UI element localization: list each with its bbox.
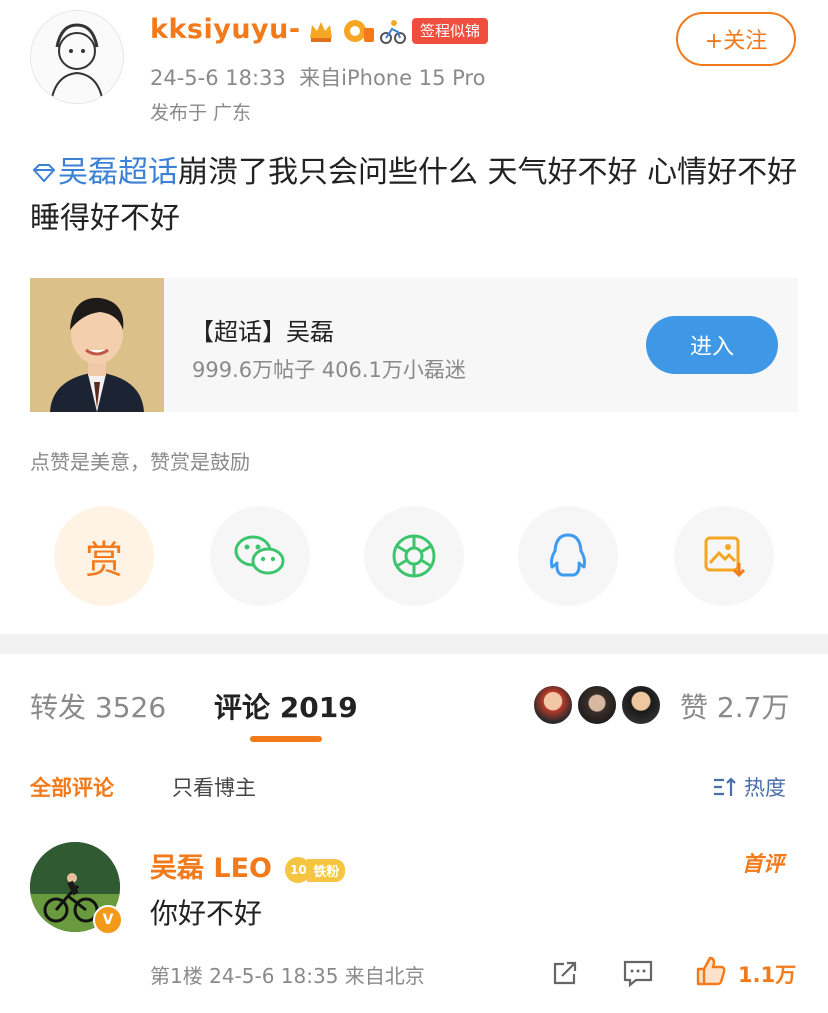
save-image-icon xyxy=(704,536,746,578)
supertopic-title: 【超话】吴磊 xyxy=(190,318,334,346)
comment-floor: 第1楼 xyxy=(150,964,203,988)
post-source: 来自iPhone 15 Pro xyxy=(299,66,486,90)
section-divider xyxy=(0,634,828,654)
share-moments-button[interactable] xyxy=(364,506,464,606)
commenter-name[interactable]: 吴磊 LEO 10 铁粉 xyxy=(150,846,346,885)
comment-text: 你好不好 xyxy=(150,897,263,930)
reward-icon: 赏 xyxy=(84,537,123,582)
post-meta: 24-5-6 18:33 来自iPhone 15 Pro xyxy=(150,62,485,92)
follow-button[interactable]: +关注 xyxy=(676,12,796,66)
save-image-button[interactable] xyxy=(674,506,774,606)
tab-likes[interactable]: 赞 2.7万 xyxy=(680,686,789,726)
share-qq-button[interactable] xyxy=(518,506,618,606)
qq-icon xyxy=(549,533,587,577)
sort-icon xyxy=(714,777,736,796)
post-body: 吴磊超话崩溃了我只会问些什么 天气好不好 心情好不好 睡得好不好 xyxy=(30,150,800,242)
post-region: 发布于 广东 xyxy=(150,102,252,124)
reward-hint: 点赞是美意，赞赏是鼓励 xyxy=(30,450,250,474)
comment-meta: 第1楼 24-5-6 18:35 来自北京 xyxy=(150,960,425,989)
custom-tag[interactable]: 签程似锦 xyxy=(412,18,489,44)
tab-reposts-label: 转发 xyxy=(30,691,87,724)
diamond-icon xyxy=(32,164,56,183)
liker-avatar[interactable] xyxy=(532,684,574,726)
fan-level-badge[interactable]: 10 铁粉 xyxy=(285,857,346,883)
tab-reposts-count: 3526 xyxy=(94,691,167,724)
sort-button[interactable]: 热度 xyxy=(712,772,786,802)
fan-level-badge-icon[interactable] xyxy=(342,16,376,46)
enter-supertopic-button[interactable]: 进入 xyxy=(646,316,778,374)
filter-all-comments[interactable]: 全部评论 xyxy=(30,772,114,802)
tab-comments-count: 2019 xyxy=(279,691,358,724)
tab-reposts[interactable]: 转发 3526 xyxy=(30,686,166,726)
liker-avatar[interactable] xyxy=(620,684,662,726)
share-wechat-button[interactable] xyxy=(210,506,310,606)
verified-badge-icon: V xyxy=(93,905,123,935)
tab-likes-count: 2.7万 xyxy=(716,691,790,724)
tab-comments[interactable]: 评论 2019 xyxy=(214,686,358,726)
tab-likes-label: 赞 xyxy=(680,691,709,724)
comment-time: 24-5-6 18:35 xyxy=(209,964,339,988)
liker-avatar[interactable] xyxy=(576,684,618,726)
cycling-badge-icon[interactable] xyxy=(378,16,408,46)
wechat-icon xyxy=(234,535,285,575)
supertopic-cover-image xyxy=(30,278,164,412)
repost-comment-button[interactable] xyxy=(550,958,580,992)
share-arrow-icon xyxy=(553,961,577,985)
comment-location: 来自北京 xyxy=(344,964,425,988)
supertopic-stats: 999.6万帖子 406.1万小磊迷 xyxy=(192,358,466,382)
supertopic-card[interactable]: 【超话】吴磊 999.6万帖子 406.1万小磊迷 进入 xyxy=(30,278,798,412)
comment-like-count: 1.1万 xyxy=(738,963,797,987)
reply-comment-button[interactable] xyxy=(622,958,654,992)
active-tab-indicator xyxy=(250,736,322,742)
tab-comments-label: 评论 xyxy=(214,691,271,724)
post-time: 24-5-6 18:33 xyxy=(150,66,286,90)
reward-button[interactable]: 赏 xyxy=(54,506,154,606)
author-avatar[interactable] xyxy=(30,10,124,104)
comment-icon xyxy=(623,960,653,988)
filter-owner-only[interactable]: 只看博主 xyxy=(172,772,256,802)
like-comment-button[interactable] xyxy=(694,954,728,992)
supertopic-link-label[interactable]: 吴磊超话 xyxy=(58,155,178,190)
supertopic-link[interactable]: 吴磊超话 xyxy=(30,155,178,190)
moments-icon xyxy=(392,534,436,578)
commenter-name-text[interactable]: 吴磊 LEO xyxy=(150,853,272,884)
author-name[interactable]: kksiyuyu- xyxy=(150,14,301,45)
sort-label: 热度 xyxy=(744,776,786,800)
thumbs-up-icon xyxy=(696,956,726,986)
first-comment-tag: 首评 xyxy=(742,852,784,876)
crown-badge-icon[interactable] xyxy=(306,16,336,46)
fan-level-tag: 铁粉 xyxy=(307,858,346,882)
